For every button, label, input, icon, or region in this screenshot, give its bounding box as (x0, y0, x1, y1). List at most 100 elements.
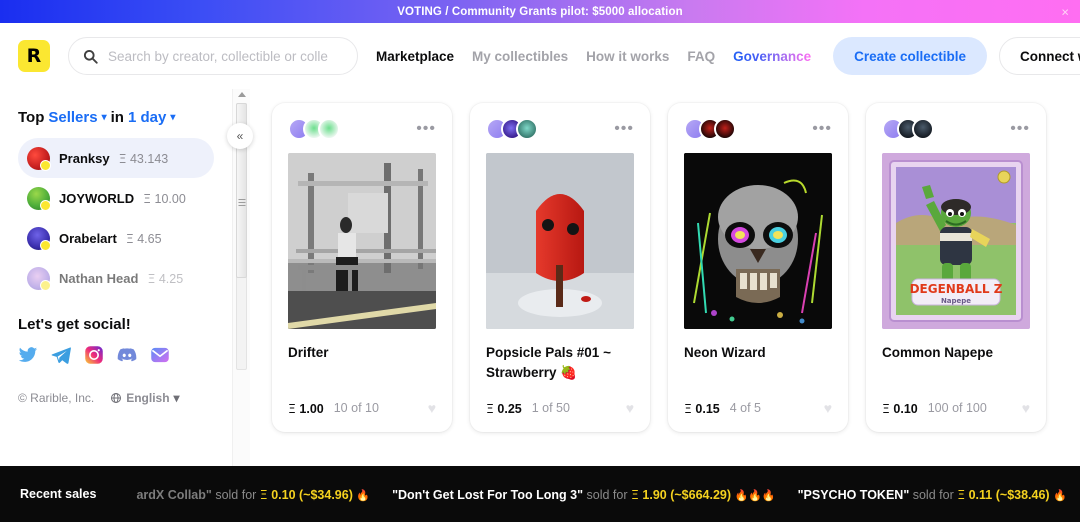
language-label: English (126, 391, 170, 405)
collectible-title: Popsicle Pals #01 ~ Strawberry 🍓 (486, 345, 611, 380)
collectible-card[interactable]: ••• (866, 103, 1046, 432)
collectible-image[interactable] (288, 153, 436, 329)
card-avatars (684, 118, 736, 140)
nav-item-governance[interactable]: Governance (733, 49, 811, 64)
mail-icon[interactable] (150, 345, 170, 365)
seller-price: Ξ 10.00 (143, 191, 186, 206)
avatar[interactable] (516, 118, 538, 140)
ticker-item-name: "PSYCHO TOKEN" (797, 487, 910, 502)
nav-item-how-it-works[interactable]: How it works (586, 49, 669, 64)
ticker-item[interactable]: ardX Collab" sold for Ξ 0.10 (~$34.96) 🔥 (136, 487, 370, 502)
seller-price: Ξ 43.143 (119, 151, 169, 166)
seller-row[interactable]: Orabelart Ξ 4.65 (18, 218, 214, 258)
ticker-usd-value: (~$34.96) (299, 487, 353, 502)
ticker-item-name: ardX Collab" (136, 487, 212, 502)
collectible-image[interactable]: DEGENBALL Z Napepe (882, 153, 1030, 329)
nav-item-my-collectibles[interactable]: My collectibles (472, 49, 568, 64)
card-meta: Ξ 0.10 100 of 100 ♥ (882, 400, 1030, 416)
collapse-sidebar-button[interactable]: « (227, 123, 253, 149)
eth-symbol: Ξ (259, 486, 268, 502)
ticker-item[interactable]: "Don't Get Lost For Too Long 3" sold for… (392, 487, 776, 502)
fire-icon: 🔥 (1053, 489, 1067, 502)
avatar[interactable] (318, 118, 340, 140)
ticker-item-sold: sold for (912, 487, 954, 502)
language-selector[interactable]: English ▾ (110, 391, 180, 405)
search-bar[interactable] (68, 37, 358, 75)
social-heading: Let's get social! (18, 316, 131, 333)
eth-symbol: Ξ (143, 190, 152, 206)
sellers-category-dropdown[interactable]: Sellers (48, 109, 97, 126)
collectible-card[interactable]: ••• Popsicle Pals #01 ~ Strawberry 🍓 Ξ 0… (470, 103, 650, 432)
instagram-icon[interactable] (84, 345, 104, 365)
like-icon[interactable]: ♥ (626, 400, 634, 416)
collectible-title: Common Napepe (882, 345, 994, 360)
card-header: ••• (486, 117, 634, 141)
discord-icon[interactable] (117, 345, 137, 365)
eth-symbol: Ξ (118, 150, 127, 166)
nav-item-faq[interactable]: FAQ (687, 49, 715, 64)
search-input[interactable] (108, 48, 343, 64)
telegram-icon[interactable] (51, 345, 71, 365)
heading-top: Top (18, 109, 45, 126)
nav-item-marketplace[interactable]: Marketplace (376, 49, 454, 64)
card-avatars (486, 118, 538, 140)
chevron-down-icon-period[interactable]: ▾ (170, 112, 175, 123)
price-value: 0.25 (497, 401, 522, 416)
rarible-logo[interactable]: R (18, 40, 50, 72)
collectible-artwork (486, 153, 634, 329)
seller-price-value: 43.143 (129, 151, 169, 166)
ticker-item-sold: sold for (586, 487, 628, 502)
ticker-item-price: Ξ 0.10 (~$34.96) (259, 486, 357, 502)
card-header: ••• (288, 117, 436, 141)
chevron-down-icon[interactable]: ▾ (102, 112, 107, 123)
seller-name: JOYWORLD (59, 190, 135, 206)
card-avatars (882, 118, 934, 140)
card-header: ••• (882, 117, 1030, 141)
price-value: 0.15 (695, 401, 720, 416)
recent-sales-ticker: Recent sales ardX Collab" sold for Ξ 0.1… (0, 466, 1080, 522)
card-menu-icon[interactable]: ••• (1010, 121, 1030, 137)
connect-wallet-button[interactable]: Connect wallet (998, 37, 1080, 75)
collectible-image[interactable] (486, 153, 634, 329)
card-meta: Ξ 1.00 10 of 10 ♥ (288, 400, 436, 416)
eth-symbol: Ξ (957, 486, 966, 502)
card-meta: Ξ 0.25 1 of 50 ♥ (486, 400, 634, 416)
seller-row[interactable]: Pranksy Ξ 43.143 (18, 138, 214, 178)
seller-row[interactable]: JOYWORLD Ξ 10.00 (18, 178, 214, 218)
card-menu-icon[interactable]: ••• (416, 121, 436, 137)
eth-symbol: Ξ (125, 230, 134, 246)
collectible-edition: 10 of 10 (333, 401, 379, 415)
avatar (27, 146, 51, 171)
collectible-card[interactable]: ••• (668, 103, 848, 432)
sidebar-scrollbar[interactable]: « (227, 89, 253, 480)
scroll-up-arrow-icon[interactable] (237, 92, 246, 97)
search-icon (83, 49, 98, 64)
create-collectible-button[interactable]: Create collectible (833, 37, 987, 75)
ticker-usd-value: (~$38.46) (995, 487, 1050, 502)
avatar[interactable] (714, 118, 736, 140)
ticker-items: ardX Collab" sold for Ξ 0.10 (~$34.96) 🔥… (136, 487, 1080, 502)
period-dropdown[interactable]: 1 day (128, 109, 166, 126)
seller-row[interactable]: Nathan Head Ξ 4.25 (18, 258, 214, 298)
avatar[interactable] (912, 118, 934, 140)
ticker-item[interactable]: "PSYCHO TOKEN" sold for Ξ 0.11 (~$38.46)… (798, 487, 1067, 502)
like-icon[interactable]: ♥ (1022, 400, 1030, 416)
seller-name: Nathan Head (59, 270, 139, 286)
card-menu-icon[interactable]: ••• (812, 121, 832, 137)
fire-icon: 🔥 (356, 489, 371, 502)
globe-icon (111, 393, 122, 403)
twitter-icon[interactable] (18, 345, 38, 365)
collectible-edition: 1 of 50 (531, 401, 570, 415)
collectible-image[interactable] (684, 153, 832, 329)
like-icon[interactable]: ♥ (824, 400, 832, 416)
promo-banner: VOTING / Community Grants pilot: $5000 a… (0, 0, 1080, 23)
card-meta: Ξ 0.15 4 of 5 ♥ (684, 400, 832, 416)
close-icon[interactable]: × (1061, 5, 1069, 18)
seller-price: Ξ 4.25 (147, 271, 183, 286)
card-menu-icon[interactable]: ••• (614, 121, 634, 137)
avatar (27, 226, 51, 251)
collectible-card[interactable]: ••• (272, 103, 452, 432)
seller-name: Orabelart (59, 230, 117, 246)
like-icon[interactable]: ♥ (428, 400, 436, 416)
chevron-down-icon-language: ▾ (173, 391, 180, 405)
